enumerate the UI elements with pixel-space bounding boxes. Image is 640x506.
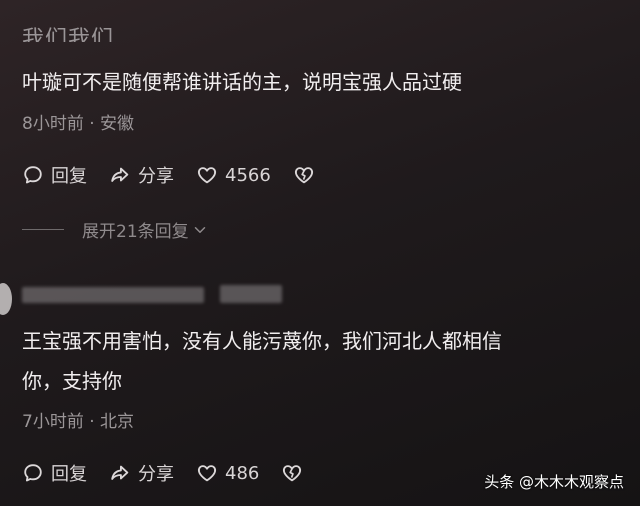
comment-2-text-line-1: 王宝强不用害怕，没有人能污蔑你，我们河北人都相信 [22,329,502,353]
broken-heart-icon [294,167,313,184]
blurred-badge [220,285,282,303]
comment-1-reply-button[interactable]: 回复 [22,162,87,188]
comment-2-meta: 7小时前 · 北京 [22,412,135,432]
comment-1-dislike-button[interactable] [293,164,322,186]
heart-icon [197,465,217,482]
comment-2-share-button[interactable]: 分享 [109,460,174,486]
share-label: 分享 [138,166,174,187]
expand-replies-label: 展开21条回复 [82,222,189,242]
share-arrow-icon [111,465,129,480]
comment-2-reply-button[interactable]: 回复 [22,460,87,486]
comment-bubble-icon [24,166,42,184]
avatar[interactable] [0,283,12,315]
comment-2-like-button[interactable]: 486 [196,462,259,484]
comment-1-like-button[interactable]: 4566 [196,164,271,186]
share-label: 分享 [138,464,174,485]
divider-line [22,229,64,230]
chevron-down-icon [194,226,205,233]
comment-2-dislike-button[interactable] [281,462,310,484]
like-count: 4566 [225,164,271,186]
expand-replies-button[interactable]: 展开21条回复 [22,217,209,242]
reply-label: 回复 [51,166,87,187]
share-arrow-icon [111,167,129,182]
comment-1-username[interactable]: 我们我们我 [22,20,132,42]
broken-heart-icon [283,465,302,482]
comment-1-text: 叶璇可不是随便帮谁讲话的主，说明宝强人品过硬 [22,70,462,94]
comment-2-actions: 回复 分享 486 [22,460,332,486]
comment-1-share-button[interactable]: 分享 [109,162,174,188]
comment-1-actions: 回复 分享 4566 [22,162,344,188]
comment-bubble-icon [24,464,42,482]
comment-2-text-line-2: 你，支持你 [22,369,122,393]
like-count: 486 [225,462,260,484]
reply-label: 回复 [51,464,87,485]
heart-icon [197,167,217,184]
comment-1-meta: 8小时前 · 安徽 [22,114,135,134]
watermark: 头条 @木木木观察点 [484,473,624,491]
blurred-username [22,287,204,303]
